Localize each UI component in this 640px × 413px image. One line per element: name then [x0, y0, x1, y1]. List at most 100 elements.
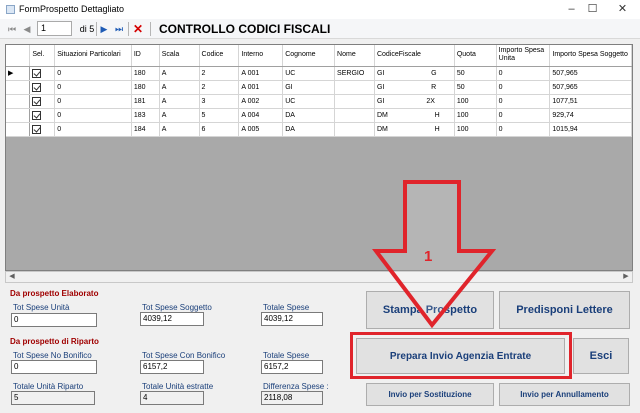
cell-codice[interactable]: 2	[199, 80, 240, 95]
cell-importo-unita[interactable]: 0	[496, 122, 551, 137]
next-record-icon[interactable]: ▶	[98, 22, 110, 36]
column-header[interactable]: Nome	[334, 45, 375, 67]
cell-codice-fiscale[interactable]: GIXXXXXXXXXXG	[374, 66, 455, 81]
checkmark-icon[interactable]	[32, 96, 42, 106]
cell-id[interactable]: 180	[131, 66, 160, 81]
select-checkbox[interactable]	[29, 66, 56, 81]
cell-importo-soggetto[interactable]: 929,74	[549, 108, 632, 123]
no-bonifico-field[interactable]: 0	[11, 360, 97, 374]
data-grid[interactable]: Sel. Situazioni Particolari ID Scala Cod…	[5, 44, 633, 271]
cell-scala[interactable]: A	[159, 108, 200, 123]
position-input[interactable]: 1	[37, 21, 72, 36]
cell-id[interactable]: 183	[131, 108, 160, 123]
cell-id[interactable]: 180	[131, 80, 160, 95]
column-header[interactable]: Importo Spesa Soggetto	[549, 45, 632, 67]
checkmark-icon[interactable]	[32, 110, 42, 120]
cell-importo-soggetto[interactable]: 507,965	[549, 80, 632, 95]
checkmark-icon[interactable]	[32, 124, 42, 134]
select-checkbox[interactable]	[29, 94, 56, 109]
cell-quota[interactable]: 100	[454, 94, 497, 109]
cell-situazioni[interactable]: 0	[54, 122, 132, 137]
cell-nome[interactable]	[334, 94, 375, 109]
column-header[interactable]: ID	[131, 45, 160, 67]
table-row[interactable]: 0 180 A 2 A 001 GI GIXXXXXXXXXXR 50 0 50…	[6, 80, 632, 95]
cell-scala[interactable]: A	[159, 66, 200, 81]
cell-importo-soggetto[interactable]: 1077,51	[549, 94, 632, 109]
cell-situazioni[interactable]: 0	[54, 80, 132, 95]
row-selector-icon[interactable]	[6, 94, 31, 109]
predisponi-lettere-button[interactable]: Predisponi Lettere	[499, 291, 630, 329]
checkmark-icon[interactable]	[32, 68, 42, 78]
column-header[interactable]: Sel.	[29, 45, 56, 67]
column-header[interactable]: Importo Spesa Unita	[496, 45, 551, 67]
column-header[interactable]: CodiceFiscale	[374, 45, 455, 67]
checkmark-icon[interactable]	[32, 82, 42, 92]
column-header[interactable]: Codice	[199, 45, 240, 67]
last-record-icon[interactable]: ⏭	[113, 22, 125, 36]
totale-spese-riparto-field[interactable]: 6157,2	[261, 360, 323, 374]
cell-interno[interactable]: A 004	[238, 108, 284, 123]
cell-codice-fiscale[interactable]: GIXXXXXXXXX2X	[374, 94, 455, 109]
cell-codice[interactable]: 6	[199, 122, 240, 137]
column-header[interactable]: Interno	[238, 45, 284, 67]
cell-quota[interactable]: 100	[454, 108, 497, 123]
table-row[interactable]: ▶ 0 180 A 2 A 001 UC SERGIO GIXXXXXXXXXX…	[6, 66, 632, 81]
cell-situazioni[interactable]: 0	[54, 66, 132, 81]
table-row[interactable]: 0 184 A 6 A 005 DA DMXXXXXXXXXXH 100 0 1…	[6, 122, 632, 137]
cell-quota[interactable]: 50	[454, 66, 497, 81]
cell-importo-unita[interactable]: 0	[496, 94, 551, 109]
cell-id[interactable]: 184	[131, 122, 160, 137]
row-selector-icon[interactable]	[6, 80, 31, 95]
con-bonifico-field[interactable]: 6157,2	[140, 360, 204, 374]
cell-importo-soggetto[interactable]: 507,965	[549, 66, 632, 81]
previous-record-icon[interactable]: ◀	[22, 22, 32, 36]
cell-interno[interactable]: A 001	[238, 80, 284, 95]
cell-importo-unita[interactable]: 0	[496, 66, 551, 81]
invio-sostituzione-button[interactable]: Invio per Sostituzione	[366, 383, 494, 406]
select-checkbox[interactable]	[29, 108, 56, 123]
column-header[interactable]: Cognome	[282, 45, 336, 67]
cell-quota[interactable]: 100	[454, 122, 497, 137]
column-header[interactable]: Scala	[159, 45, 200, 67]
scroll-left-icon[interactable]: ◀	[6, 272, 18, 282]
cell-importo-unita[interactable]: 0	[496, 80, 551, 95]
esci-button[interactable]: Esci	[573, 338, 629, 374]
close-button[interactable]: ✕	[609, 0, 636, 19]
cell-interno[interactable]: A 002	[238, 94, 284, 109]
horizontal-scrollbar[interactable]: ◀ ▶	[5, 271, 633, 283]
cell-codice[interactable]: 2	[199, 66, 240, 81]
cell-codice-fiscale[interactable]: GIXXXXXXXXXXR	[374, 80, 455, 95]
cell-nome[interactable]	[334, 108, 375, 123]
column-header[interactable]: Situazioni Particolari	[54, 45, 132, 67]
cell-importo-soggetto[interactable]: 1015,94	[549, 122, 632, 137]
cell-nome[interactable]	[334, 80, 375, 95]
cell-cognome[interactable]: DA	[282, 122, 336, 137]
cell-quota[interactable]: 50	[454, 80, 497, 95]
cell-situazioni[interactable]: 0	[54, 108, 132, 123]
maximize-button[interactable]: ☐	[579, 0, 606, 19]
cell-cognome[interactable]: GI	[282, 80, 336, 95]
cell-nome[interactable]: SERGIO	[334, 66, 375, 81]
select-checkbox[interactable]	[29, 122, 56, 137]
cell-interno[interactable]: A 001	[238, 66, 284, 81]
first-record-icon[interactable]: ⏮	[7, 22, 17, 36]
differenza-spese-field[interactable]: 2118,08	[261, 391, 323, 405]
row-selector-icon[interactable]: ▶	[6, 66, 31, 81]
column-header[interactable]: Quota	[454, 45, 497, 67]
scroll-right-icon[interactable]: ▶	[620, 272, 632, 282]
cell-interno[interactable]: A 005	[238, 122, 284, 137]
invio-annullamento-button[interactable]: Invio per Annullamento	[499, 383, 630, 406]
row-selector-icon[interactable]	[6, 108, 31, 123]
table-row[interactable]: 0 183 A 5 A 004 DA DMXXXXXXXXXXH 100 0 9…	[6, 108, 632, 123]
unita-riparto-field[interactable]: 5	[11, 391, 95, 405]
cell-codice-fiscale[interactable]: DMXXXXXXXXXXH	[374, 122, 455, 137]
cell-nome[interactable]	[334, 122, 375, 137]
totale-spese-elaborato-field[interactable]: 4039,12	[261, 312, 323, 326]
table-row[interactable]: 0 181 A 3 A 002 UC GIXXXXXXXXX2X 100 0 1…	[6, 94, 632, 109]
cell-importo-unita[interactable]: 0	[496, 108, 551, 123]
cell-codice-fiscale[interactable]: DMXXXXXXXXXXH	[374, 108, 455, 123]
cell-cognome[interactable]: UC	[282, 94, 336, 109]
cell-cognome[interactable]: DA	[282, 108, 336, 123]
delete-icon[interactable]: ✕	[132, 22, 144, 36]
tot-spese-unita-field[interactable]: 0	[11, 313, 97, 327]
